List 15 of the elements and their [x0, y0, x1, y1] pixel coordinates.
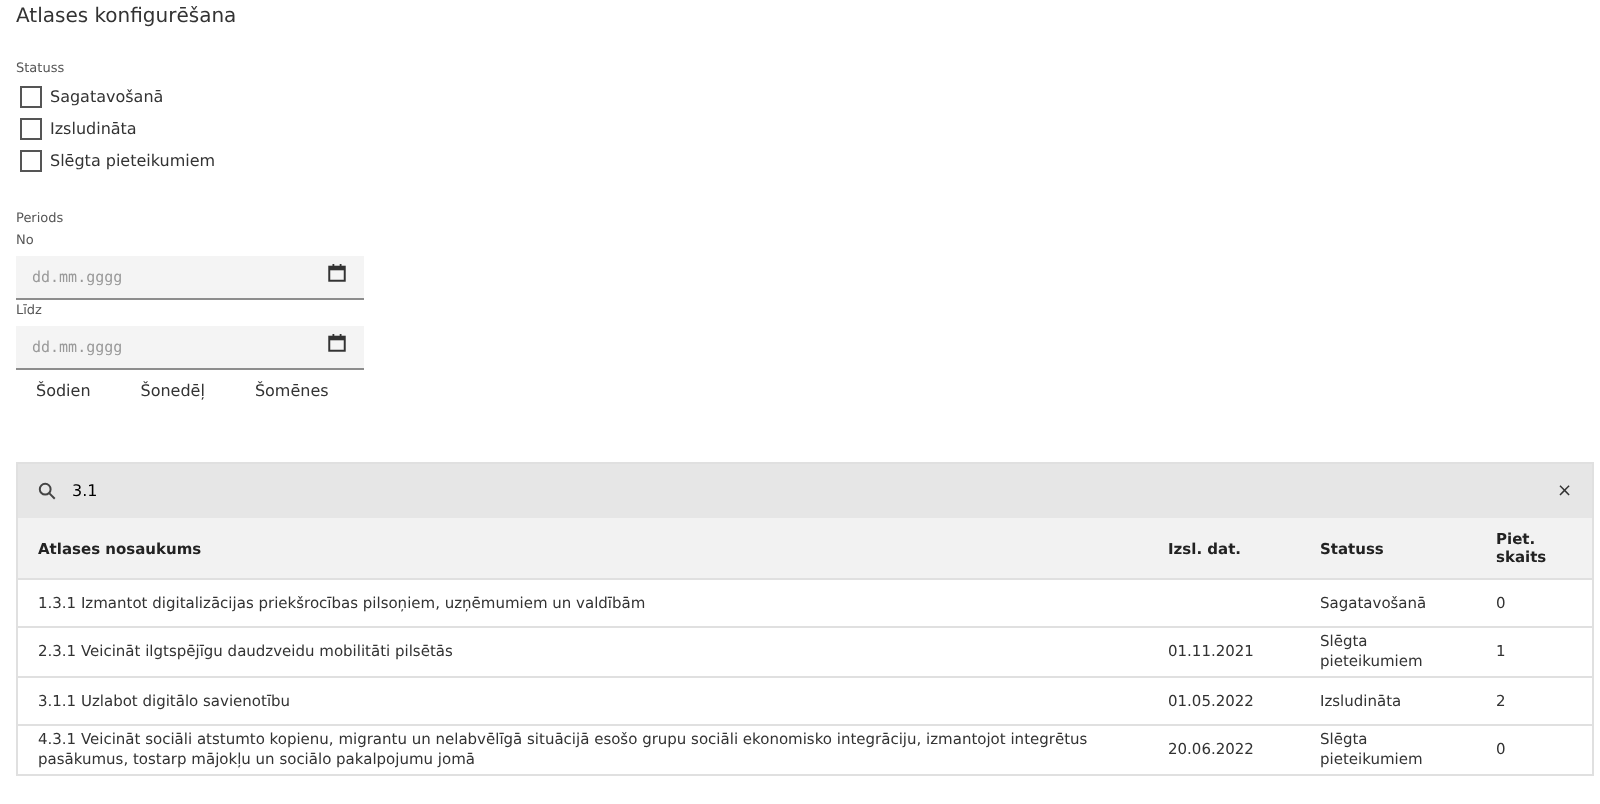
page-title: Atlases konfigurēšana: [16, 4, 239, 32]
quick-date-button[interactable]: Šomēnes: [238, 376, 345, 406]
search-bar[interactable]: 3.1 ×: [18, 464, 1592, 518]
checkbox-label: Sagatavošanā: [50, 87, 164, 105]
checkbox[interactable]: [20, 117, 42, 139]
checkbox-label: Izsludināta: [50, 119, 137, 137]
quick-date-button[interactable]: Šodien: [20, 376, 107, 406]
quick-date-button[interactable]: Šonedēļ: [124, 376, 221, 406]
calendar-icon[interactable]: [328, 264, 346, 282]
search-icon: [38, 482, 56, 500]
checkbox[interactable]: [20, 85, 42, 107]
checkbox[interactable]: [20, 149, 42, 171]
calendar-icon[interactable]: [328, 334, 346, 352]
checkbox-label: Slēgta pieteikumiem: [50, 151, 216, 169]
clear-icon[interactable]: ×: [1556, 481, 1572, 501]
